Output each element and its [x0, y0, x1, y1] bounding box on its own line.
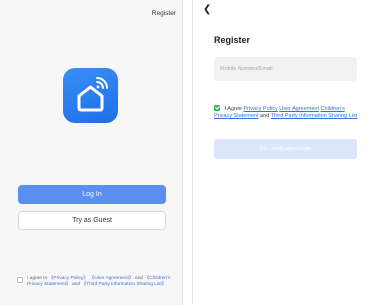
- agree-and-2: and: [72, 282, 81, 287]
- try-as-guest-button[interactable]: Try as Guest: [18, 211, 166, 230]
- register-screen: ❮ Register I Agree Privacy Policy User A…: [192, 0, 372, 305]
- smart-home-icon: [63, 68, 118, 123]
- login-button[interactable]: Log In: [18, 185, 166, 204]
- agreement-notice: I Agree Privacy Policy User Agreement Ch…: [214, 105, 362, 120]
- mobile-email-input[interactable]: [214, 57, 357, 81]
- agree-prefix: I Agree: [224, 106, 242, 112]
- agree-checkbox[interactable]: [17, 277, 23, 283]
- welcome-screen: Register Log In Try as Guest I agree to …: [0, 0, 183, 305]
- agree-checkbox[interactable]: [214, 105, 220, 111]
- privacy-policy-link[interactable]: 《Privacy Policy》: [49, 276, 88, 281]
- back-arrow-icon[interactable]: ❮: [203, 4, 211, 15]
- agree-and: and: [260, 112, 270, 119]
- privacy-policy-link[interactable]: Privacy Policy: [244, 106, 278, 112]
- register-link[interactable]: Register: [152, 10, 176, 17]
- page-title: Register: [214, 35, 251, 45]
- get-verification-code-button[interactable]: Get Verification Code: [214, 139, 357, 159]
- third-party-list-link[interactable]: Third Party Information Sharing List: [271, 113, 358, 119]
- user-agreement-link[interactable]: 《User Agreement》: [89, 276, 133, 281]
- agree-and-1: and: [135, 276, 144, 281]
- user-agreement-link[interactable]: User Agreement: [279, 106, 319, 112]
- agree-prefix: I agree to: [27, 276, 48, 281]
- third-party-list-link[interactable]: 《Third Party Information Sharing List》: [81, 282, 166, 287]
